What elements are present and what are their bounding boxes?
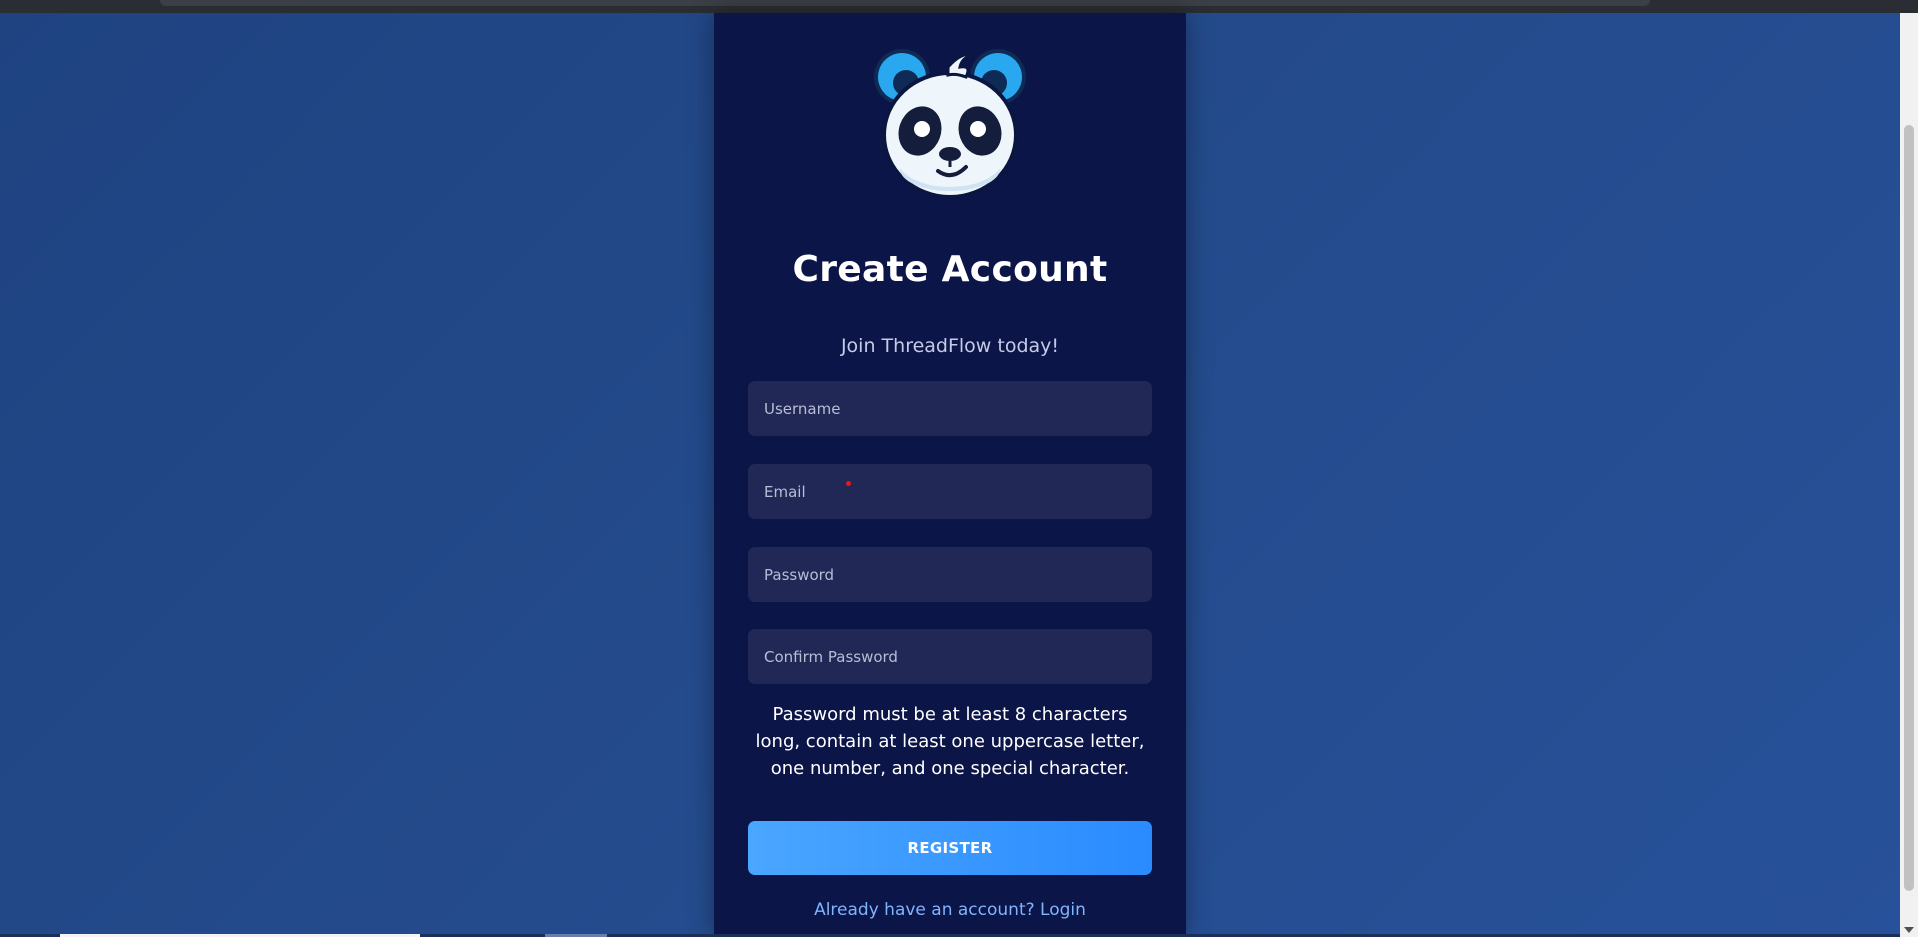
email-input[interactable] bbox=[748, 464, 1152, 519]
page-scrollbar[interactable] bbox=[1900, 13, 1918, 937]
password-input[interactable] bbox=[748, 547, 1152, 602]
page-title: Create Account bbox=[792, 249, 1108, 290]
register-button[interactable]: REGISTER bbox=[748, 821, 1152, 875]
username-input[interactable] bbox=[748, 381, 1152, 436]
page-subtitle: Join ThreadFlow today! bbox=[840, 335, 1060, 357]
required-indicator bbox=[846, 481, 851, 486]
confirm-password-input[interactable] bbox=[748, 629, 1152, 684]
panda-logo-icon bbox=[874, 49, 1026, 199]
scrollbar-thumb[interactable] bbox=[1904, 125, 1914, 891]
password-hint: Password must be at least 8 characters l… bbox=[755, 704, 1145, 779]
browser-topbar bbox=[0, 0, 1918, 13]
register-card: Create Account Join ThreadFlow today! Pa… bbox=[714, 13, 1186, 937]
login-link[interactable]: Already have an account? Login bbox=[714, 900, 1186, 920]
scroll-down-icon[interactable] bbox=[1904, 927, 1914, 933]
browser-address-bar[interactable] bbox=[160, 0, 1650, 6]
